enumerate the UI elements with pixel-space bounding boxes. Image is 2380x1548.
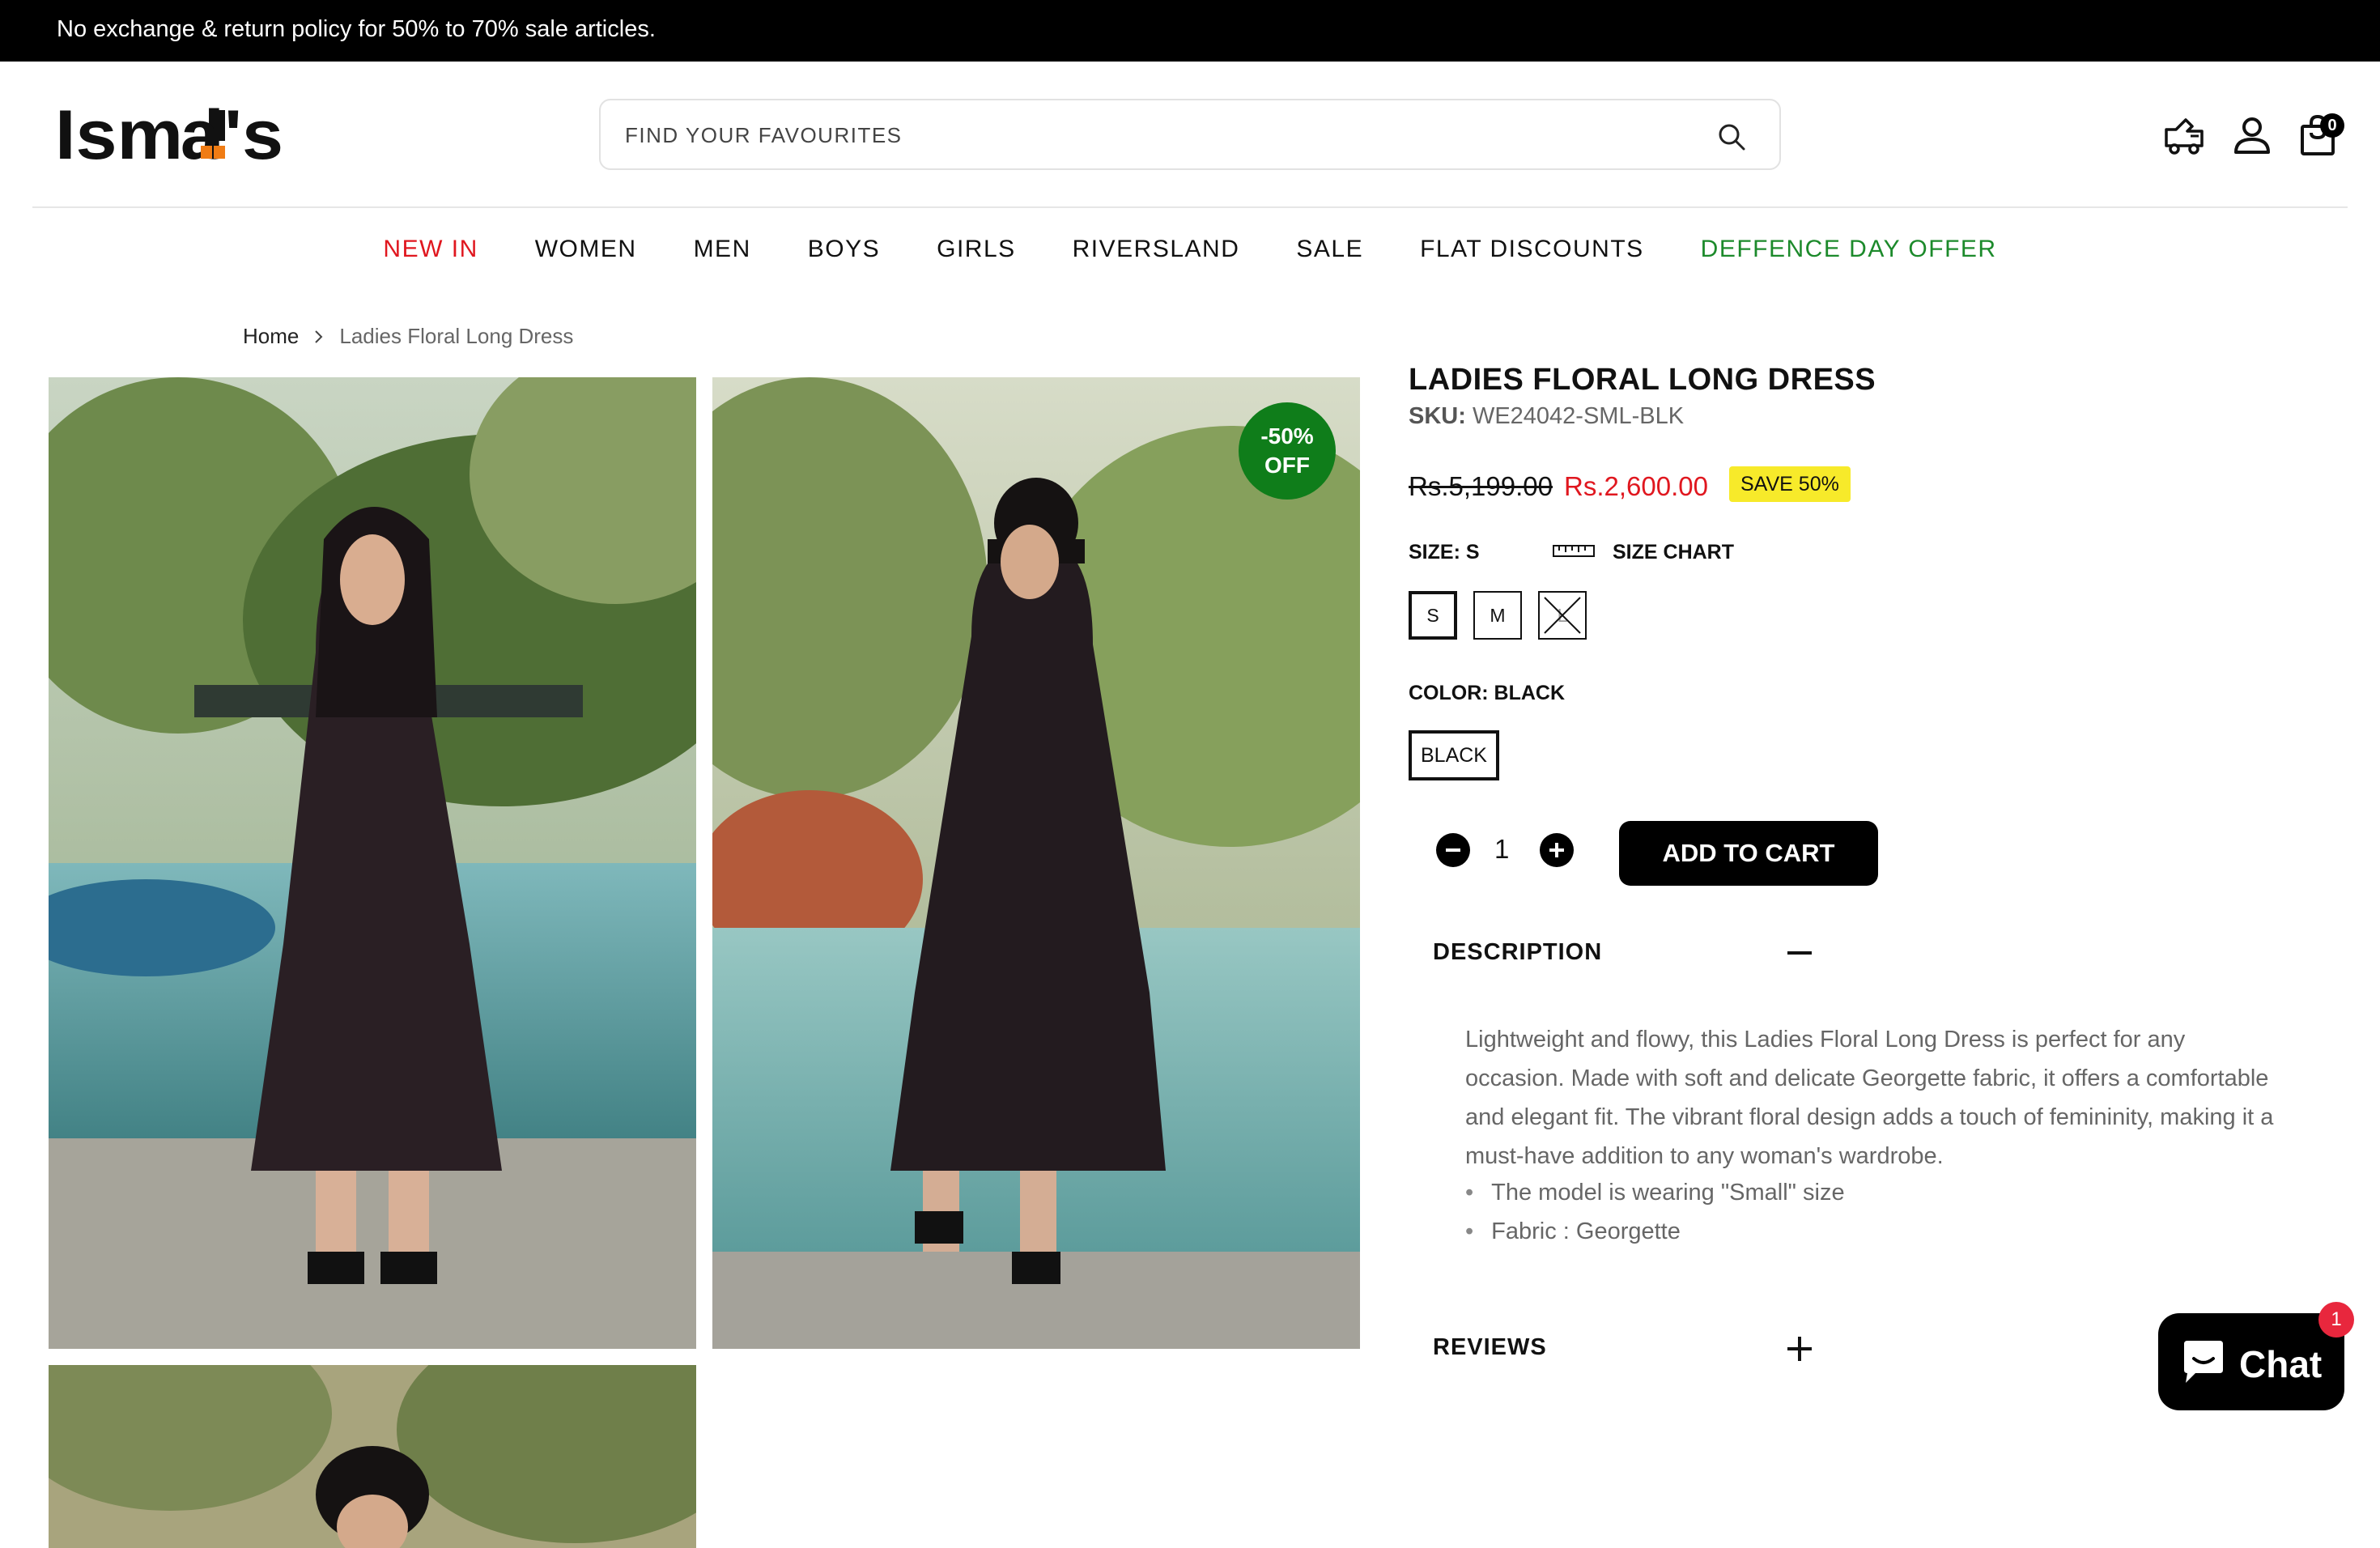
nav-women[interactable]: WOMEN [507,232,665,267]
reviews-toggle[interactable]: REVIEWS [1433,1334,1547,1361]
quantity-decrease-button[interactable] [1436,833,1470,867]
brand-logo[interactable]: Ism l's a [55,96,290,174]
sku-label: SKU: [1409,403,1466,429]
save-badge: SAVE 50% [1729,466,1851,502]
search-icon[interactable] [1716,121,1747,152]
size-option-l-soldout[interactable]: L [1538,591,1587,640]
product-image-2[interactable] [712,377,1360,1349]
size-option-s[interactable]: S [1409,591,1457,640]
product-sku: SKU: WE24042-SML-BLK [1409,403,1684,430]
main-nav: NEW IN WOMEN MEN BOYS GIRLS RIVERSLAND S… [0,232,2380,267]
header-divider [32,206,2348,208]
nav-riversland[interactable]: RIVERSLAND [1044,232,1269,267]
cart-count-badge: 0 [2320,113,2344,138]
nav-girls[interactable]: GIRLS [908,232,1044,267]
collapse-minus-icon[interactable] [1786,939,1813,967]
nav-flat-discounts[interactable]: FLAT DISCOUNTS [1392,232,1672,267]
description-toggle[interactable]: DESCRIPTION [1433,939,1602,966]
chat-button[interactable]: Chat [2158,1313,2344,1410]
add-to-cart-button[interactable]: ADD TO CART [1619,821,1878,886]
discount-badge-off: OFF [1264,453,1310,478]
search-input[interactable] [625,117,1677,154]
expand-plus-icon[interactable] [1786,1335,1813,1363]
discount-badge: -50% OFF [1239,402,1336,500]
nav-men[interactable]: MEN [665,232,780,267]
quantity-value[interactable]: 1 [1494,834,1509,865]
breadcrumb-home[interactable]: Home [243,324,299,349]
color-option-black[interactable]: BLACK [1409,730,1499,780]
size-option-m[interactable]: M [1473,591,1522,640]
announcement-bar: No exchange & return policy for 50% to 7… [0,0,2380,62]
nav-defence-day-offer[interactable]: DEFFENCE DAY OFFER [1672,232,2025,267]
size-chart-link[interactable]: SIZE CHART [1613,541,1734,564]
nav-sale[interactable]: SALE [1268,232,1392,267]
bullet-fabric: Fabric : Georgette [1465,1212,1845,1251]
product-image-3[interactable] [49,1365,696,1548]
product-image-1[interactable] [49,377,696,1349]
sale-price: Rs.2,600.00 [1564,471,1708,501]
chat-notification-badge: 1 [2318,1302,2354,1337]
ruler-icon[interactable] [1553,542,1595,559]
chat-label: Chat [2239,1343,2323,1385]
nav-new-in[interactable]: NEW IN [355,232,506,267]
color-label: COLOR: BLACK [1409,682,1566,704]
sku-value: WE24042-SML-BLK [1472,403,1685,429]
nav-boys[interactable]: BOYS [780,232,908,267]
description-text: Lightweight and flowy, this Ladies Flora… [1465,1027,2274,1169]
discount-badge-percent: -50% [1260,423,1314,449]
logo-wordmark: Ism l's a [55,96,283,174]
search-bar[interactable] [599,99,1781,170]
minus-icon [1446,848,1460,852]
svg-text:Ism l's: Ism l's [55,96,283,170]
description-bullets: The model is wearing "Small" size Fabric… [1465,1173,1845,1251]
original-price: Rs.5,199.00 [1409,471,1553,501]
announcement-text: No exchange & return policy for 50% to 7… [57,16,656,42]
sold-out-cross-icon [1544,597,1581,634]
chevron-right-icon [315,330,323,343]
breadcrumb: Home Ladies Floral Long Dress [243,324,573,349]
product-title: LADIES FLORAL LONG DRESS [1409,363,1876,397]
user-account-icon[interactable] [2229,113,2275,159]
quantity-increase-button[interactable] [1540,833,1574,867]
size-label: SIZE: S [1409,541,1480,563]
plus-icon [1549,843,1564,857]
breadcrumb-current: Ladies Floral Long Dress [339,324,574,348]
delivery-truck-icon[interactable] [2161,113,2207,159]
chat-bubble-icon [2184,1341,2223,1383]
bullet-model-size: The model is wearing "Small" size [1465,1173,1844,1212]
